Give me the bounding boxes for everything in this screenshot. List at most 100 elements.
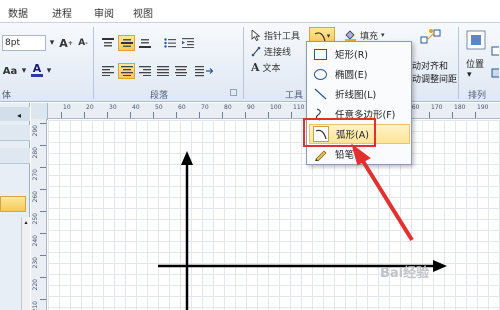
auto-align-line1: 动对齐和	[412, 62, 449, 72]
ruler-tick	[130, 112, 131, 118]
align-left-button[interactable]	[100, 63, 116, 79]
font-color-dropdown-icon[interactable]: ▾	[45, 63, 53, 79]
bring-forward-icon[interactable]	[490, 45, 500, 59]
menu-item-label: 矩形(R)	[335, 50, 369, 61]
ruler-tick	[475, 112, 476, 118]
menu-item-line[interactable]: 折线图(L)	[309, 84, 410, 104]
ruler-tick-label: 100	[270, 104, 282, 111]
font-color-button[interactable]: A	[30, 61, 44, 79]
auto-align-button[interactable]	[418, 27, 444, 47]
axes-drawing[interactable]	[48, 120, 500, 310]
paragraph-group-label: 段落	[150, 91, 169, 101]
ruler-tick	[291, 112, 292, 118]
menu-item-ellipse[interactable]: 椭圆(E)	[309, 64, 410, 84]
pane-item[interactable]	[0, 148, 30, 164]
drawing-canvas[interactable]	[48, 120, 500, 310]
scroll-up-icon[interactable]: ▴	[22, 219, 30, 227]
distribute-button[interactable]	[173, 63, 189, 79]
shrink-font-button[interactable]: A-	[75, 35, 91, 51]
chevron-left-icon[interactable]: ◂	[17, 111, 21, 120]
fill-dropdown-icon: ▾	[381, 31, 385, 39]
group-separator	[93, 27, 94, 99]
distribute-icon	[175, 66, 187, 76]
arrange-group-label: 排列	[468, 91, 487, 101]
font-color-label: A	[32, 62, 42, 75]
tab-review[interactable]: 审阅	[94, 5, 114, 20]
group-separator	[458, 27, 459, 99]
justify-button[interactable]	[155, 63, 171, 79]
pane-item[interactable]	[0, 125, 30, 141]
line-icon	[312, 86, 328, 102]
ribbon: 8pt ▾ A + A- Aa ▾ A ▾ 体 段落 指针工具 连接线 A 文本…	[0, 22, 500, 102]
annotation-highlight-box	[303, 118, 376, 147]
y-axis-arrowhead	[181, 151, 193, 165]
menu-item-label: 铅笔(	[335, 150, 358, 161]
ruler-tick	[40, 233, 46, 234]
fill-bucket-icon	[345, 30, 356, 41]
justify-icon	[157, 66, 169, 76]
paragraph-launcher-icon[interactable]	[230, 89, 237, 96]
group-separator	[243, 27, 244, 99]
ruler-tick-label: 110	[293, 104, 305, 111]
indent-icon	[182, 38, 194, 48]
align-middle-icon	[120, 39, 133, 47]
align-left-icon	[102, 66, 114, 76]
ruler-tick-label: 280	[32, 147, 39, 159]
position-dropdown-icon[interactable]: ▾	[467, 70, 472, 80]
align-middle-button[interactable]	[118, 35, 135, 51]
font-group-label: 体	[2, 91, 12, 101]
shrink-font-label: A	[78, 38, 86, 48]
pane-item-selected[interactable]	[0, 196, 26, 212]
ruler-tick	[245, 112, 246, 118]
ruler-tick-label: 170	[431, 104, 443, 111]
horizontal-ruler: 1020304050607080901001101201301401501601…	[31, 103, 500, 119]
align-bottom-icon	[139, 39, 151, 48]
ruler-tick	[429, 112, 430, 118]
text-tool-button[interactable]: A 文本	[250, 60, 308, 74]
align-center-button[interactable]	[118, 63, 135, 79]
ruler-tick	[40, 167, 46, 168]
ruler-tick	[84, 112, 85, 118]
ruler-tick-label: 210	[32, 301, 39, 310]
tab-process[interactable]: 进程	[52, 5, 72, 20]
menu-item-label: 折线图(L)	[335, 90, 377, 101]
ruler-tick-label: 190	[477, 104, 489, 111]
align-right-button[interactable]	[137, 63, 153, 79]
change-case-label: Aa	[2, 65, 18, 77]
ruler-tick-label: 20	[86, 104, 94, 111]
menu-item-pencil[interactable]: 铅笔(	[309, 144, 410, 164]
grow-font-button[interactable]: A +	[58, 35, 74, 51]
ruler-tick-label: 90	[247, 104, 255, 111]
connector-tool-button[interactable]: 连接线	[250, 44, 308, 58]
indent-button[interactable]	[180, 35, 196, 51]
ruler-tick-label: 30	[109, 104, 117, 111]
menu-item-rectangle[interactable]: 矩形(R)	[309, 44, 410, 64]
ruler-tick	[40, 277, 46, 278]
x-axis-arrowhead	[433, 260, 447, 272]
ruler-corner	[31, 103, 48, 120]
position-button[interactable]	[462, 27, 490, 53]
change-case-dropdown-icon[interactable]: ▾	[20, 63, 28, 79]
bullets-button[interactable]	[162, 35, 178, 51]
ruler-tick	[40, 299, 46, 300]
tab-data[interactable]: 数据	[8, 5, 28, 20]
align-top-button[interactable]	[100, 35, 116, 51]
ruler-tick	[61, 112, 62, 118]
align-bottom-button[interactable]	[137, 35, 153, 51]
rectangle-icon	[312, 46, 328, 62]
auto-align-line2: 动调整间距	[412, 75, 458, 85]
ruler-tick-label: 60	[178, 104, 186, 111]
position-label: 位置	[466, 60, 485, 70]
pointer-tool-button[interactable]: 指针工具	[250, 28, 308, 42]
send-backward-icon[interactable]	[490, 67, 500, 81]
bullets-icon	[164, 38, 176, 48]
pane-scrollbar[interactable]: ▴	[21, 217, 30, 310]
ruler-tick-label: 250	[32, 213, 39, 225]
watermark: Bai经验	[380, 262, 429, 281]
text-direction-button[interactable]	[192, 63, 218, 79]
change-case-button[interactable]: Aa	[0, 63, 20, 79]
tab-view[interactable]: 视图	[133, 5, 153, 20]
connector-tool-label: 连接线	[264, 47, 292, 58]
font-size-dropdown-icon[interactable]: ▾	[47, 35, 57, 51]
font-size-combo[interactable]: 8pt	[2, 35, 46, 51]
